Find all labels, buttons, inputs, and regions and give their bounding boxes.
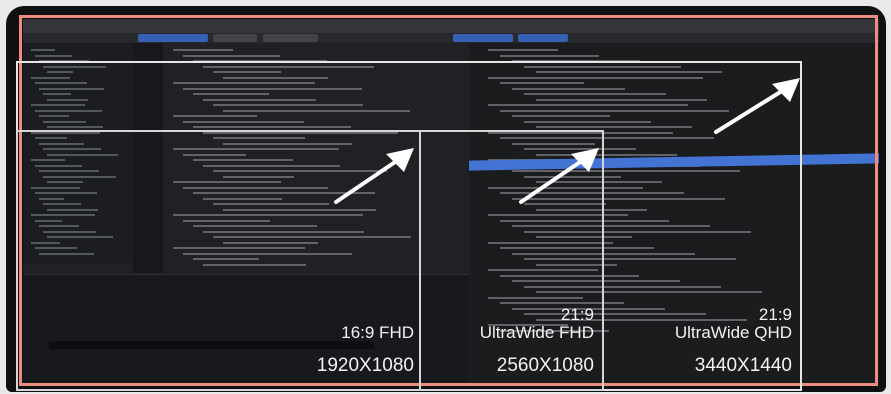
uwqhd-resolution-label: 3440X1440 [694, 355, 792, 376]
arrow-icon [519, 148, 599, 204]
uwfhd-resolution-label: 2560X1080 [496, 355, 594, 376]
arrow-icon [714, 78, 800, 134]
uwfhd-name-label: UltraWide FHD [479, 323, 594, 342]
fhd-aspect-label: 16:9 FHD [341, 323, 414, 342]
monitor-bezel: 16:9 FHD 1920X1080 21:9 UltraWide FHD 25… [6, 6, 886, 392]
uwqhd-aspect-label: 21:9 [758, 305, 792, 324]
uwfhd-aspect-label: 21:9 [560, 305, 594, 324]
uwqhd-name-label: UltraWide QHD [674, 323, 792, 342]
arrow-icon [334, 148, 414, 204]
fhd-resolution-label: 1920X1080 [316, 355, 414, 376]
